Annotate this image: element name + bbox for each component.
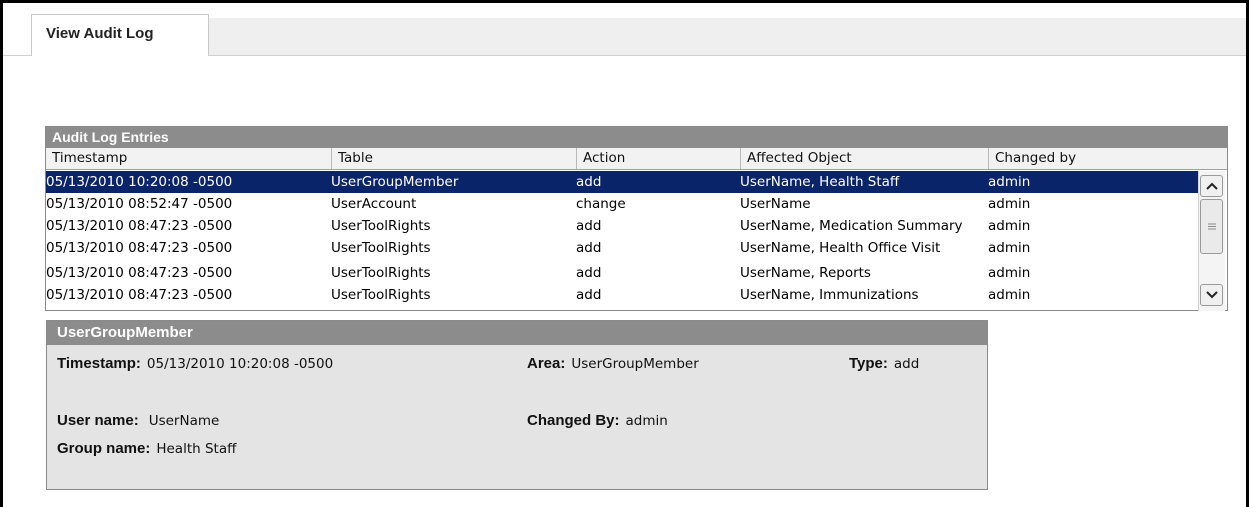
column-header-table[interactable]: Table (331, 148, 576, 169)
table-row[interactable]: 05/13/2010 08:52:47 -0500 UserAccount ch… (46, 193, 1198, 215)
cell-table: UserToolRights (331, 287, 431, 303)
area-field: Area: UserGroupMember (527, 355, 699, 372)
audit-log-grid: Audit Log Entries Timestamp Table Action… (45, 126, 1228, 311)
cell-action: add (576, 265, 602, 281)
column-header-affected-object[interactable]: Affected Object (740, 148, 988, 169)
group-name-value: Health Staff (156, 441, 237, 457)
group-name-label: Group name: (57, 440, 151, 457)
cell-timestamp: 05/13/2010 08:47:23 -0500 (46, 265, 233, 281)
column-header-changed-by[interactable]: Changed by (988, 148, 1227, 169)
tab-bar: View Audit Log (3, 14, 1246, 56)
window-border-left (0, 0, 3, 507)
cell-table: UserToolRights (331, 265, 431, 281)
cell-affected-object: UserName (740, 196, 811, 212)
cell-table: UserToolRights (331, 240, 431, 256)
cell-changed-by: admin (988, 196, 1031, 212)
type-label: Type: (849, 355, 888, 372)
table-row[interactable]: 05/13/2010 08:47:23 -0500 UserToolRights… (46, 284, 1198, 306)
cell-changed-by: admin (988, 265, 1031, 281)
detail-panel: UserGroupMember Timestamp: 05/13/2010 10:… (46, 320, 988, 490)
timestamp-value: 05/13/2010 10:20:08 -0500 (146, 356, 334, 372)
tab-divider (3, 55, 31, 56)
cell-table: UserAccount (331, 196, 417, 212)
cell-action: add (576, 240, 602, 256)
table-row[interactable]: 05/13/2010 08:47:23 -0500 UserToolRights… (46, 215, 1198, 237)
cell-action: add (576, 218, 602, 234)
cell-action: add (576, 287, 602, 303)
changed-by-label: Changed By: (527, 412, 620, 429)
type-field: Type: add (849, 355, 919, 372)
scroll-down-button[interactable] (1200, 284, 1223, 306)
scroll-thumb[interactable] (1200, 199, 1223, 254)
timestamp-field: Timestamp: 05/13/2010 10:20:08 -0500 (57, 355, 333, 372)
cell-affected-object: UserName, Health Staff (740, 174, 900, 190)
cell-timestamp: 05/13/2010 08:47:23 -0500 (46, 240, 233, 256)
user-name-value: UserName (148, 413, 220, 429)
cell-timestamp: 05/13/2010 08:47:23 -0500 (46, 218, 233, 234)
group-name-field: Group name: Health Staff (57, 440, 236, 457)
cell-changed-by: admin (988, 240, 1031, 256)
cell-changed-by: admin (988, 218, 1031, 234)
cell-affected-object: UserName, Health Office Visit (740, 240, 941, 256)
tab-view-audit-log[interactable]: View Audit Log (31, 14, 209, 56)
table-row[interactable]: 05/13/2010 08:47:23 -0500 UserToolRights… (46, 237, 1198, 259)
cell-action: add (576, 174, 602, 190)
changed-by-value: admin (625, 413, 668, 429)
chevron-up-icon (1205, 182, 1218, 190)
scroll-up-button[interactable] (1200, 175, 1223, 197)
user-name-label: User name: (57, 412, 139, 429)
area-value: UserGroupMember (571, 356, 699, 372)
table-row[interactable]: 05/13/2010 10:20:08 -0500 UserGroupMembe… (46, 171, 1198, 193)
grip-icon (1207, 223, 1216, 230)
column-header-timestamp[interactable]: Timestamp (46, 148, 331, 169)
grid-rows: 05/13/2010 10:20:08 -0500 UserGroupMembe… (46, 171, 1198, 311)
table-row[interactable]: 05/13/2010 08:47:23 -0500 UserToolRights… (46, 262, 1198, 284)
timestamp-label: Timestamp: (57, 355, 141, 372)
cell-timestamp: 05/13/2010 10:20:08 -0500 (46, 174, 233, 190)
window-border-top (0, 0, 1249, 3)
cell-affected-object: UserName, Immunizations (740, 287, 919, 303)
cell-timestamp: 05/13/2010 08:47:23 -0500 (46, 287, 233, 303)
user-name-field: User name: UserName (57, 412, 219, 429)
cell-affected-object: UserName, Medication Summary (740, 218, 963, 234)
type-value: add (893, 356, 920, 372)
vertical-scrollbar[interactable] (1198, 171, 1225, 311)
cell-table: UserGroupMember (331, 174, 459, 190)
cell-timestamp: 05/13/2010 08:52:47 -0500 (46, 196, 233, 212)
cell-changed-by: admin (988, 174, 1031, 190)
detail-title: UserGroupMember (47, 321, 987, 345)
grid-title: Audit Log Entries (46, 127, 1227, 148)
grid-header-row: Timestamp Table Action Affected Object C… (46, 148, 1227, 170)
cell-changed-by: admin (988, 287, 1031, 303)
cell-affected-object: UserName, Reports (740, 265, 871, 281)
cell-action: change (576, 196, 626, 212)
cell-table: UserToolRights (331, 218, 431, 234)
chevron-down-icon (1205, 291, 1218, 299)
area-label: Area: (527, 355, 566, 372)
column-header-action[interactable]: Action (576, 148, 740, 169)
changed-by-field: Changed By: admin (527, 412, 668, 429)
tab-strip (209, 18, 1246, 56)
